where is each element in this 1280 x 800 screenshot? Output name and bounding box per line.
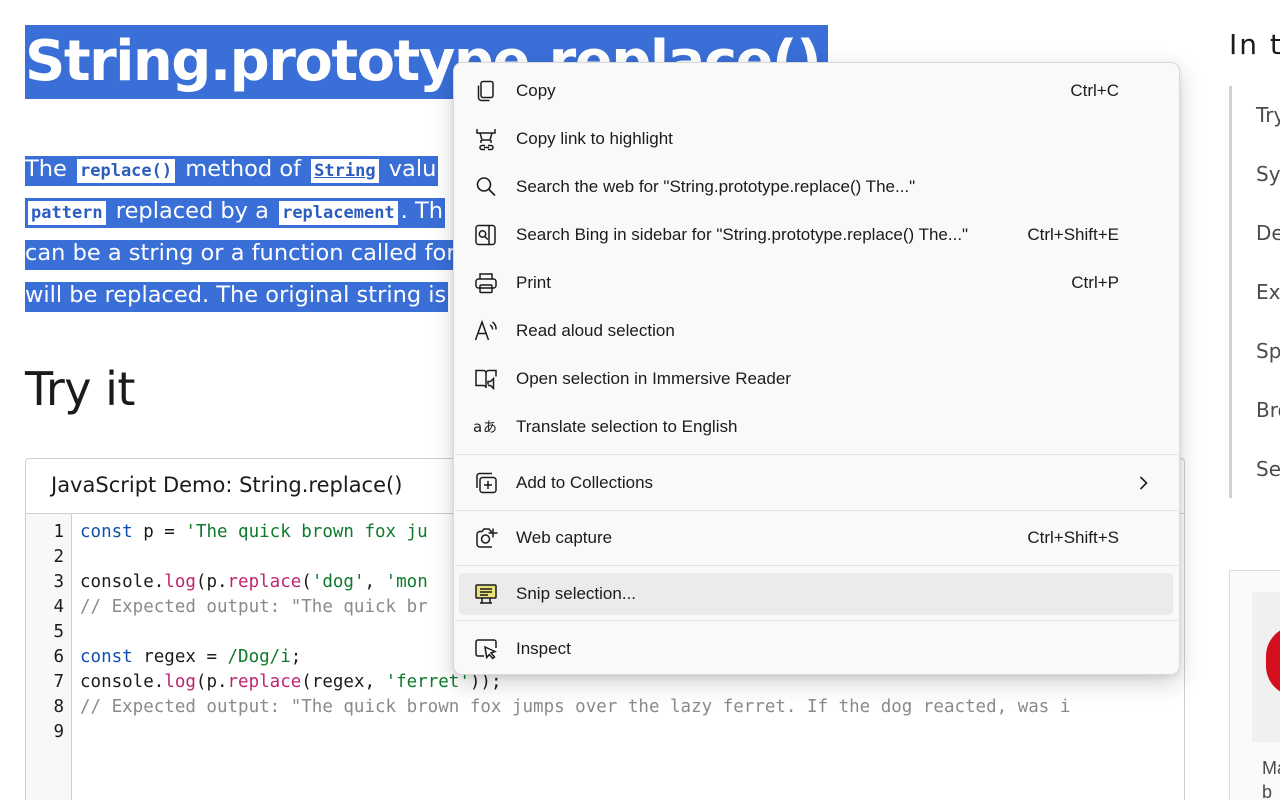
menu-separator: [455, 565, 1178, 566]
code-line: 8// Expected output: "The quick brown fo…: [53, 697, 1071, 717]
immersive-reader-icon: [473, 367, 499, 391]
menu-separator: [455, 620, 1178, 621]
link-highlight-icon: [473, 127, 499, 151]
search-icon: [473, 175, 499, 199]
menu-item-copy[interactable]: Copy Ctrl+C: [459, 70, 1173, 112]
snip-icon: [473, 582, 499, 606]
menu-item-read-aloud[interactable]: Read aloud selection: [459, 310, 1173, 352]
copy-icon: [473, 79, 499, 103]
string-link[interactable]: String: [311, 159, 379, 183]
toc-rail: [1229, 86, 1232, 498]
intro-line: pattern replaced by a replacement. Th: [25, 190, 495, 232]
sidebar-search-icon: [473, 223, 499, 247]
try-it-heading: Try it: [25, 362, 135, 416]
intro-line: can be a string or a function called for: [25, 232, 495, 274]
printer-icon: [473, 271, 499, 295]
intro-line: will be replaced. The original string is: [25, 274, 495, 316]
context-menu: Copy Ctrl+C Copy link to highlight Searc…: [453, 62, 1180, 675]
toc-item-try-it[interactable]: Try: [1256, 103, 1280, 127]
collections-icon: [473, 471, 499, 495]
menu-item-search-bing-sidebar[interactable]: Search Bing in sidebar for "String.proto…: [459, 214, 1173, 256]
inspect-icon: [473, 637, 499, 661]
menu-separator: [455, 510, 1178, 511]
toc-title: In t: [1229, 28, 1280, 61]
chevron-right-icon: [1135, 475, 1151, 491]
svg-text:a: a: [473, 418, 482, 436]
toc-item-browser-compat[interactable]: Bro: [1256, 398, 1280, 422]
inline-code: replace(): [77, 159, 176, 183]
menu-item-search-web[interactable]: Search the web for "String.prototype.rep…: [459, 166, 1173, 208]
menu-item-print[interactable]: Print Ctrl+P: [459, 262, 1173, 304]
toc-item-specifications[interactable]: Sp: [1256, 339, 1280, 363]
menu-item-web-capture[interactable]: Web capture Ctrl+Shift+S: [459, 517, 1173, 559]
intro-paragraph: The replace() method of String valu patt…: [25, 148, 495, 316]
code-line: 9: [53, 722, 64, 742]
inline-code: pattern: [28, 201, 106, 225]
toc-item-examples[interactable]: Ex: [1256, 280, 1280, 304]
ad-text: Ma: [1262, 758, 1280, 778]
menu-item-copy-link-to-highlight[interactable]: Copy link to highlight: [459, 118, 1173, 160]
read-aloud-icon: [473, 319, 499, 343]
ad-text: b: [1262, 782, 1273, 800]
menu-item-add-to-collections[interactable]: Add to Collections: [459, 462, 1173, 504]
translate-icon: aあ: [473, 415, 499, 439]
inline-code: replacement: [279, 201, 398, 225]
menu-item-inspect[interactable]: Inspect: [459, 628, 1173, 670]
svg-text:あ: あ: [483, 420, 497, 436]
menu-separator: [455, 454, 1178, 455]
intro-line: The replace() method of String valu: [25, 148, 495, 190]
toc-item-see-also[interactable]: Se: [1256, 457, 1280, 481]
toc-item-syntax[interactable]: Sy: [1256, 162, 1280, 186]
menu-item-translate[interactable]: aあ Translate selection to English: [459, 406, 1173, 448]
menu-item-snip-selection[interactable]: Snip selection...: [459, 573, 1173, 615]
toc-item-description[interactable]: De: [1256, 221, 1280, 245]
web-capture-icon: [473, 526, 499, 550]
menu-item-immersive-reader[interactable]: Open selection in Immersive Reader: [459, 358, 1173, 400]
